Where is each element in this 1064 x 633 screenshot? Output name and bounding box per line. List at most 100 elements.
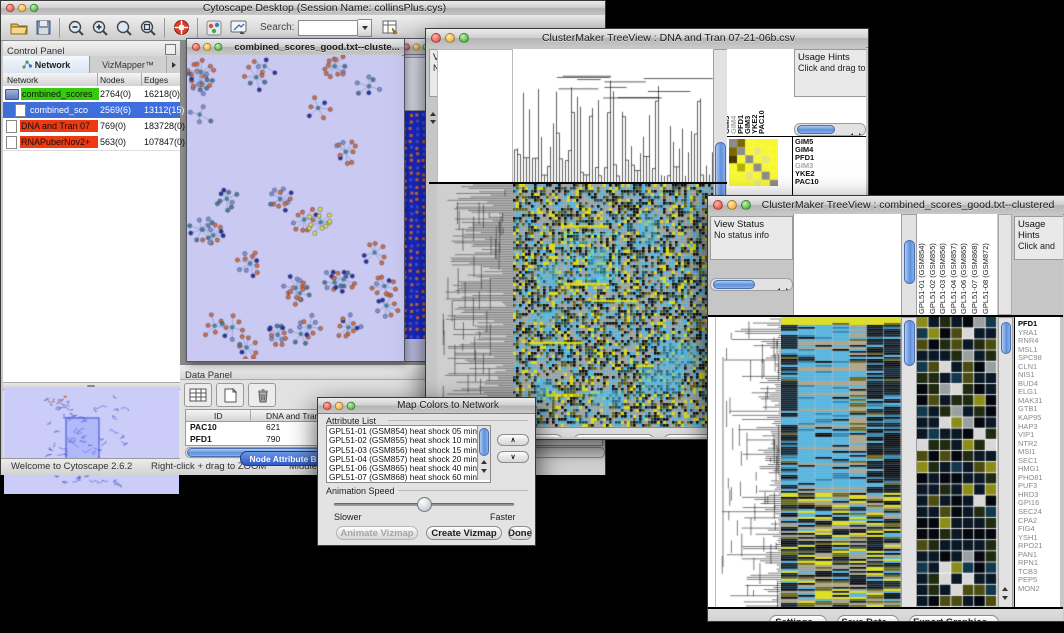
minimize-icon[interactable] bbox=[445, 33, 455, 43]
file-icon bbox=[6, 136, 17, 149]
zoom-window-icon[interactable] bbox=[214, 43, 222, 51]
network-window-title: combined_scores_good.txt--cluste... bbox=[230, 42, 404, 53]
main-titlebar[interactable]: Cytoscape Desktop (Session Name: collins… bbox=[1, 1, 605, 16]
close-icon[interactable] bbox=[431, 33, 441, 43]
genelist-vscrollbar[interactable] bbox=[998, 317, 1013, 609]
file-icon bbox=[6, 120, 17, 133]
matrix-column-labels: GIM5GIM4PFD1GIM3YKE2PAC10 bbox=[727, 49, 791, 135]
scroll-down-icon[interactable] bbox=[1002, 587, 1008, 605]
network-tree-row[interactable]: RNAPuberNov2+563(0)107847(0) bbox=[3, 134, 180, 150]
correlation-matrix[interactable] bbox=[729, 139, 778, 186]
scroll-down-icon[interactable] bbox=[481, 460, 487, 478]
snapshot-icon[interactable] bbox=[226, 17, 250, 39]
move-up-button[interactable]: ∧ bbox=[497, 434, 529, 446]
status-left: Welcome to Cytoscape 2.6.2 bbox=[11, 461, 132, 472]
select-attributes-icon[interactable] bbox=[184, 383, 212, 407]
settings-button[interactable]: Settings... bbox=[769, 615, 827, 621]
tab-network[interactable]: Network bbox=[3, 56, 90, 73]
usage-hints-panel: Usage Hints Click and bbox=[1014, 216, 1063, 260]
faster-label: Faster bbox=[490, 512, 516, 522]
matrix-hscrollbar[interactable] bbox=[794, 123, 866, 136]
matrix-row-labels: GIM5GIM4PFD1GIM3YKE2PAC10 bbox=[795, 138, 855, 186]
network-tree-row[interactable]: DNA and Tran 07769(0)183728(0) bbox=[3, 118, 180, 134]
tab-vizmapper[interactable]: VizMapper™ bbox=[90, 56, 166, 73]
data-panel-title: Data Panel bbox=[185, 370, 232, 381]
search-input[interactable] bbox=[298, 20, 358, 36]
column-label: GPL51-08 (GSM872) bbox=[982, 243, 989, 314]
scroll-left-icon[interactable] bbox=[776, 281, 780, 291]
move-down-button[interactable]: ∨ bbox=[497, 451, 529, 463]
column-dendrogram[interactable] bbox=[513, 67, 713, 182]
heatmap-canvas[interactable] bbox=[513, 184, 713, 427]
close-icon[interactable] bbox=[323, 401, 332, 410]
create-vizmap-button[interactable]: Create Vizmap bbox=[426, 526, 502, 540]
zoom-heatmap-canvas[interactable] bbox=[917, 317, 997, 607]
export-graphics-button[interactable]: Export Graphics... bbox=[909, 615, 999, 621]
column-label: GPL51-03 (GSM856) bbox=[939, 243, 946, 314]
scroll-left-icon[interactable] bbox=[849, 126, 853, 136]
export-graphics-button[interactable]: Export Graphics... bbox=[573, 434, 655, 437]
zoom-window-icon[interactable] bbox=[347, 401, 356, 410]
dialog-titlebar[interactable]: Map Colors to Network bbox=[318, 398, 535, 414]
vizmap-icon[interactable] bbox=[202, 17, 226, 39]
heatmap-vscrollbar[interactable] bbox=[901, 317, 917, 609]
minimize-icon[interactable] bbox=[18, 4, 27, 13]
save-icon[interactable] bbox=[31, 17, 55, 39]
delete-attribute-icon[interactable] bbox=[248, 383, 276, 407]
scroll-down-icon[interactable] bbox=[430, 111, 436, 129]
open-icon[interactable] bbox=[7, 17, 31, 39]
done-button[interactable]: Done bbox=[508, 526, 532, 540]
control-panel: Control Panel Network VizMapper™ Network bbox=[3, 41, 181, 458]
network-view-canvas[interactable] bbox=[187, 55, 402, 359]
treeview2-titlebar[interactable]: ClusterMaker TreeView : combined_scores_… bbox=[708, 196, 1064, 215]
minimize-icon[interactable] bbox=[413, 43, 420, 50]
main-window-title: Cytoscape Desktop (Session Name: collins… bbox=[44, 2, 605, 14]
attribute-item[interactable]: GPL51-07 (GSM868) heat shock 60 min bbox=[329, 473, 475, 482]
node-count: 769(0) bbox=[100, 121, 126, 131]
minimize-icon[interactable] bbox=[335, 401, 344, 410]
treeview1-titlebar[interactable]: ClusterMaker TreeView : DNA and Tran 07-… bbox=[426, 29, 868, 48]
row-dendrogram[interactable] bbox=[437, 184, 513, 427]
heatmap-canvas[interactable] bbox=[781, 317, 901, 607]
slider-thumb[interactable] bbox=[417, 497, 432, 512]
close-icon[interactable] bbox=[713, 200, 723, 210]
zoom-in-icon[interactable] bbox=[88, 17, 112, 39]
row-dendrogram[interactable] bbox=[716, 317, 781, 607]
zoom-window-icon[interactable] bbox=[459, 33, 469, 43]
zoom-out-icon[interactable] bbox=[64, 17, 88, 39]
birdseye-view[interactable] bbox=[4, 388, 179, 494]
minimize-icon[interactable] bbox=[203, 43, 211, 51]
row-label: PAC10 bbox=[795, 178, 855, 186]
zoom-fit-icon[interactable] bbox=[112, 17, 136, 39]
dendrogram-hscrollbar[interactable] bbox=[710, 278, 793, 291]
help-icon[interactable] bbox=[169, 17, 193, 39]
network-tree-row[interactable]: combined_scores2764(0)16218(0) bbox=[3, 86, 180, 102]
attribute-listbox[interactable]: GPL51-01 (GSM854) heat shock 05 minGPL51… bbox=[326, 425, 491, 483]
save-data-button[interactable]: Save Data... bbox=[837, 615, 899, 621]
collabel-vscrollbar[interactable] bbox=[901, 214, 917, 317]
network-name: combined_scores bbox=[21, 88, 99, 100]
listbox-vscrollbar[interactable] bbox=[477, 426, 490, 480]
animation-speed-slider[interactable] bbox=[334, 496, 514, 512]
column-label: GPL51-06 (GSM865) bbox=[960, 243, 967, 314]
heatmap-column-labels: GPL51-01 (GSM854)GPL51-02 (GSM855)GPL51-… bbox=[917, 214, 997, 315]
search-dropdown-icon[interactable] bbox=[358, 19, 372, 37]
network-window-titlebar[interactable]: combined_scores_good.txt--cluste... bbox=[187, 39, 404, 56]
zoom-region-icon[interactable] bbox=[136, 17, 160, 39]
scroll-right-icon[interactable] bbox=[859, 126, 863, 136]
attribute-browser-icon[interactable] bbox=[378, 17, 402, 39]
scroll-right-icon[interactable] bbox=[786, 281, 790, 291]
view-status-panel: View Status No status info bbox=[710, 216, 793, 260]
gene-label[interactable]: MON2 bbox=[1018, 585, 1060, 594]
zoom-window-icon[interactable] bbox=[741, 200, 751, 210]
tab-overflow-icon[interactable] bbox=[166, 56, 180, 73]
minimize-icon[interactable] bbox=[727, 200, 737, 210]
animation-speed-label: Animation Speed bbox=[326, 486, 395, 496]
new-attribute-icon[interactable] bbox=[216, 383, 244, 407]
close-icon[interactable] bbox=[6, 4, 15, 13]
float-icon[interactable] bbox=[165, 44, 176, 55]
zoom-window-icon[interactable] bbox=[30, 4, 38, 13]
animate-vizmap-button[interactable]: Animate Vizmap bbox=[336, 526, 418, 540]
close-icon[interactable] bbox=[192, 43, 200, 51]
network-tree-row[interactable]: combined_sco2569(6)13112(15) bbox=[3, 102, 180, 118]
